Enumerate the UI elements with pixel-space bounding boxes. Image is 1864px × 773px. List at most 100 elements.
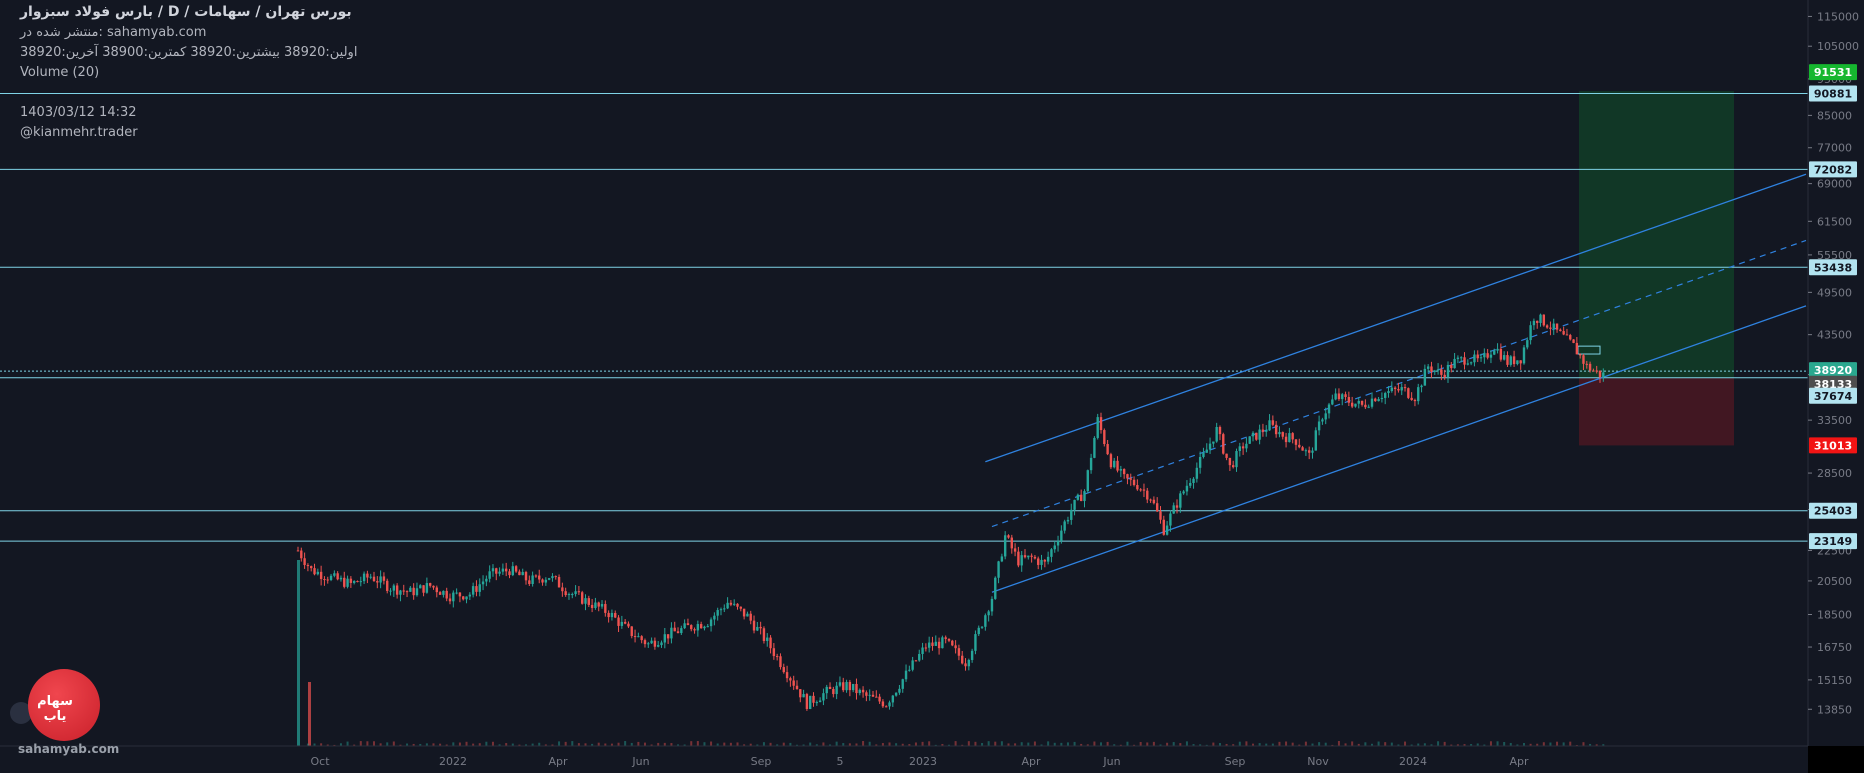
candle-body <box>1103 430 1106 445</box>
candle-body <box>386 580 389 591</box>
volume-bar <box>1212 742 1215 746</box>
volume-bar <box>967 741 970 746</box>
loss-zone <box>1579 377 1734 446</box>
candle-body <box>376 581 379 583</box>
y-tick-label: 16750 <box>1817 641 1852 654</box>
candle-body <box>1274 424 1278 435</box>
candle-body <box>1037 558 1040 565</box>
candle-body <box>1043 559 1047 562</box>
volume-bar <box>1172 742 1175 746</box>
candle-body <box>557 576 561 588</box>
candle-body <box>1380 397 1384 400</box>
candle-body <box>637 636 640 638</box>
candle-body <box>729 602 733 605</box>
candle-body <box>1331 399 1334 405</box>
candle-body <box>1549 327 1552 329</box>
candle-body <box>1357 400 1360 404</box>
candle-body <box>1354 403 1357 407</box>
candle-body <box>1066 519 1070 522</box>
candle-body <box>435 587 438 593</box>
volume-bar <box>1582 742 1585 746</box>
candle-body <box>1182 491 1185 494</box>
candle-body <box>1235 451 1238 468</box>
candle-body <box>336 573 339 580</box>
candle-body <box>1129 478 1132 480</box>
candle-body <box>1241 446 1245 449</box>
volume-bar <box>571 741 574 746</box>
volume-bar <box>1126 741 1129 746</box>
candle-body <box>561 587 564 592</box>
candle-body <box>1456 357 1460 359</box>
candle-body <box>1152 499 1156 504</box>
volume-bar <box>485 741 488 746</box>
candle-body <box>1179 493 1182 508</box>
candle-body <box>772 648 776 657</box>
candle-body <box>914 660 918 662</box>
candle-body <box>1578 354 1582 356</box>
candle-body <box>706 626 709 628</box>
y-tick-label: 69000 <box>1817 178 1852 191</box>
candle-body <box>1136 485 1139 490</box>
candle-body <box>918 653 921 661</box>
candle-body <box>1493 350 1496 355</box>
candle-body <box>402 590 405 592</box>
candle-body <box>861 689 865 693</box>
candle-body <box>1149 499 1152 501</box>
x-tick-label: 5 <box>837 755 844 768</box>
price-chart[interactable]: 1150001050009500085000770006900061500555… <box>0 0 1864 773</box>
candle-body <box>1327 404 1331 414</box>
candle-body <box>1046 556 1050 562</box>
candle-body <box>319 571 323 580</box>
price-badge-label: 23149 <box>1814 535 1852 548</box>
candle-body <box>838 682 842 686</box>
candle-body <box>931 642 934 646</box>
candle-body <box>1582 355 1585 364</box>
volume-bar <box>1185 741 1188 746</box>
candle-body <box>1033 556 1037 559</box>
volume-legend[interactable]: Volume (20) <box>20 65 99 80</box>
candle-body <box>399 590 402 595</box>
candle-body <box>1519 360 1522 364</box>
candle-body <box>1410 397 1413 400</box>
candle-body <box>683 623 686 629</box>
candle-body <box>1162 519 1165 535</box>
candle-body <box>726 602 729 609</box>
candle-body <box>1119 469 1123 471</box>
candle-body <box>1334 393 1337 400</box>
candle-body <box>590 604 594 609</box>
candle-body <box>1324 413 1327 420</box>
candle-body <box>296 550 300 552</box>
y-tick-label: 61500 <box>1817 215 1852 228</box>
candle-body <box>716 610 719 616</box>
candle-body <box>485 578 488 582</box>
volume-bar <box>862 741 865 746</box>
candle-body <box>828 686 832 690</box>
candle-body <box>1562 331 1565 335</box>
candle-body <box>438 592 442 595</box>
candle-body <box>1469 362 1473 364</box>
candle-body <box>564 591 567 596</box>
candle-body <box>924 647 928 649</box>
price-badge-label: 31013 <box>1814 439 1852 452</box>
candle-body <box>1030 555 1033 557</box>
price-badge-label: 37674 <box>1814 390 1853 403</box>
candle-body <box>1311 450 1314 453</box>
price-badge-label: 90881 <box>1814 87 1852 100</box>
candle-body <box>1013 548 1017 552</box>
candle-body <box>1526 340 1529 348</box>
candle-body <box>673 627 676 632</box>
candle-body <box>1317 421 1321 431</box>
candle-body <box>610 612 614 618</box>
price-badge-label: 72082 <box>1814 163 1852 176</box>
candle-body <box>501 568 505 572</box>
candle-body <box>1367 406 1370 408</box>
candle-body <box>785 672 789 679</box>
volume-bar <box>723 742 726 746</box>
candle-body <box>1218 426 1222 435</box>
candle-body <box>1575 342 1579 355</box>
y-tick-label: 15150 <box>1817 674 1852 687</box>
candle-body <box>1387 391 1390 394</box>
candle-body <box>1225 453 1228 458</box>
candle-body <box>395 585 399 595</box>
volume-bar <box>928 741 931 746</box>
